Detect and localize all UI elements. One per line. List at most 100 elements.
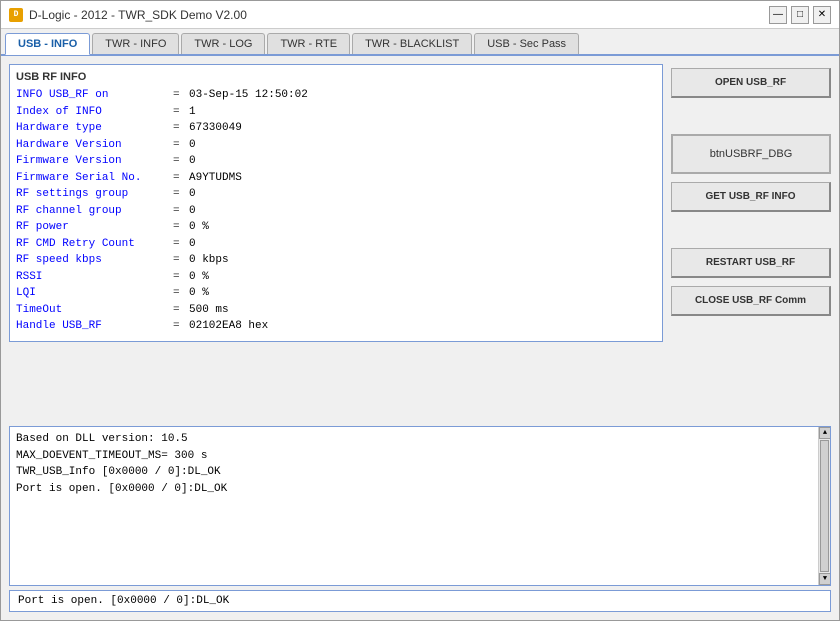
- table-row: Firmware Serial No. = A9YTUDMS: [16, 170, 656, 187]
- rf-info-box: USB RF INFO INFO USB_RF on = 03-Sep-15 1…: [9, 64, 663, 342]
- table-row: RF channel group = 0: [16, 203, 656, 220]
- info-eq: =: [173, 219, 187, 236]
- info-eq: =: [173, 120, 187, 137]
- info-value: 1: [189, 104, 196, 121]
- info-value: 0 kbps: [189, 252, 229, 269]
- status-bar: Port is open. [0x0000 / 0]:DL_OK: [9, 590, 831, 612]
- tab-twr-log[interactable]: TWR - LOG: [181, 33, 265, 54]
- info-value: 0: [189, 153, 196, 170]
- info-eq: =: [173, 302, 187, 319]
- table-row: RSSI = 0 %: [16, 269, 656, 286]
- info-eq: =: [173, 104, 187, 121]
- info-eq: =: [173, 137, 187, 154]
- log-section: Based on DLL version: 10.5MAX_DOEVENT_TI…: [9, 426, 831, 586]
- left-panel: USB RF INFO INFO USB_RF on = 03-Sep-15 1…: [9, 64, 663, 418]
- info-label: RF CMD Retry Count: [16, 236, 171, 253]
- title-bar: D D-Logic - 2012 - TWR_SDK Demo V2.00 — …: [1, 1, 839, 29]
- info-label: Index of INFO: [16, 104, 171, 121]
- info-eq: =: [173, 203, 187, 220]
- info-label: Firmware Version: [16, 153, 171, 170]
- window-title: D-Logic - 2012 - TWR_SDK Demo V2.00: [29, 8, 247, 22]
- app-icon: D: [9, 8, 23, 22]
- info-label: RF power: [16, 219, 171, 236]
- table-row: RF CMD Retry Count = 0: [16, 236, 656, 253]
- info-label: INFO USB_RF on: [16, 87, 171, 104]
- title-bar-left: D D-Logic - 2012 - TWR_SDK Demo V2.00: [9, 8, 247, 22]
- log-scrollbar[interactable]: ▲ ▼: [818, 427, 830, 585]
- debug-button[interactable]: btnUSBRF_DBG: [671, 134, 831, 174]
- info-label: RF speed kbps: [16, 252, 171, 269]
- tab-usb-sec-pass[interactable]: USB - Sec Pass: [474, 33, 579, 54]
- main-window: D D-Logic - 2012 - TWR_SDK Demo V2.00 — …: [0, 0, 840, 621]
- list-item: Based on DLL version: 10.5: [16, 431, 812, 448]
- table-row: Firmware Version = 0: [16, 153, 656, 170]
- info-table: INFO USB_RF on = 03-Sep-15 12:50:02 Inde…: [16, 87, 656, 335]
- rf-info-title: USB RF INFO: [16, 71, 656, 83]
- tab-twr-info[interactable]: TWR - INFO: [92, 33, 179, 54]
- info-label: Firmware Serial No.: [16, 170, 171, 187]
- info-eq: =: [173, 186, 187, 203]
- info-eq: =: [173, 153, 187, 170]
- close-comm-button[interactable]: CLOSE USB_RF Comm: [671, 286, 831, 316]
- tab-usb-info[interactable]: USB - INFO: [5, 33, 90, 55]
- list-item: TWR_USB_Info [0x0000 / 0]:DL_OK: [16, 464, 812, 481]
- info-eq: =: [173, 236, 187, 253]
- table-row: Handle USB_RF = 02102EA8 hex: [16, 318, 656, 335]
- table-row: RF power = 0 %: [16, 219, 656, 236]
- info-value: 03-Sep-15 12:50:02: [189, 87, 308, 104]
- table-row: LQI = 0 %: [16, 285, 656, 302]
- info-value: 0: [189, 137, 196, 154]
- scroll-down-button[interactable]: ▼: [819, 573, 830, 585]
- info-eq: =: [173, 170, 187, 187]
- minimize-button[interactable]: —: [769, 6, 787, 24]
- window-controls: — □ ✕: [769, 6, 831, 24]
- info-label: Hardware Version: [16, 137, 171, 154]
- tab-bar: USB - INFO TWR - INFO TWR - LOG TWR - RT…: [1, 29, 839, 56]
- right-panel: OPEN USB_RF btnUSBRF_DBG GET USB_RF INFO…: [671, 64, 831, 418]
- log-content: Based on DLL version: 10.5MAX_DOEVENT_TI…: [10, 427, 818, 585]
- table-row: Index of INFO = 1: [16, 104, 656, 121]
- table-row: Hardware Version = 0: [16, 137, 656, 154]
- list-item: MAX_DOEVENT_TIMEOUT_MS= 300 s: [16, 448, 812, 465]
- info-value: 500 ms: [189, 302, 229, 319]
- info-value: 67330049: [189, 120, 242, 137]
- tab-twr-blacklist[interactable]: TWR - BLACKLIST: [352, 33, 472, 54]
- info-value: 0 %: [189, 285, 209, 302]
- open-usb-rf-button[interactable]: OPEN USB_RF: [671, 68, 831, 98]
- info-label: LQI: [16, 285, 171, 302]
- status-text: Port is open. [0x0000 / 0]:DL_OK: [18, 595, 229, 607]
- info-value: A9YTUDMS: [189, 170, 242, 187]
- info-eq: =: [173, 318, 187, 335]
- get-info-button[interactable]: GET USB_RF INFO: [671, 182, 831, 212]
- maximize-button[interactable]: □: [791, 6, 809, 24]
- info-value: 0: [189, 186, 196, 203]
- table-row: RF settings group = 0: [16, 186, 656, 203]
- info-value: 02102EA8 hex: [189, 318, 268, 335]
- info-label: TimeOut: [16, 302, 171, 319]
- table-row: RF speed kbps = 0 kbps: [16, 252, 656, 269]
- info-label: RF channel group: [16, 203, 171, 220]
- table-row: TimeOut = 500 ms: [16, 302, 656, 319]
- restart-button[interactable]: RESTART USB_RF: [671, 248, 831, 278]
- info-label: RSSI: [16, 269, 171, 286]
- info-label: Hardware type: [16, 120, 171, 137]
- close-button[interactable]: ✕: [813, 6, 831, 24]
- info-eq: =: [173, 269, 187, 286]
- scroll-thumb[interactable]: [820, 440, 829, 572]
- table-row: INFO USB_RF on = 03-Sep-15 12:50:02: [16, 87, 656, 104]
- info-value: 0 %: [189, 269, 209, 286]
- info-eq: =: [173, 252, 187, 269]
- info-value: 0: [189, 236, 196, 253]
- info-value: 0: [189, 203, 196, 220]
- info-label: Handle USB_RF: [16, 318, 171, 335]
- info-value: 0 %: [189, 219, 209, 236]
- info-eq: =: [173, 87, 187, 104]
- log-inner: Based on DLL version: 10.5MAX_DOEVENT_TI…: [10, 427, 830, 585]
- scroll-up-button[interactable]: ▲: [819, 427, 830, 439]
- list-item: Port is open. [0x0000 / 0]:DL_OK: [16, 481, 812, 498]
- table-row: Hardware type = 67330049: [16, 120, 656, 137]
- tab-twr-rte[interactable]: TWR - RTE: [267, 33, 350, 54]
- main-content: USB RF INFO INFO USB_RF on = 03-Sep-15 1…: [1, 56, 839, 426]
- info-eq: =: [173, 285, 187, 302]
- info-label: RF settings group: [16, 186, 171, 203]
